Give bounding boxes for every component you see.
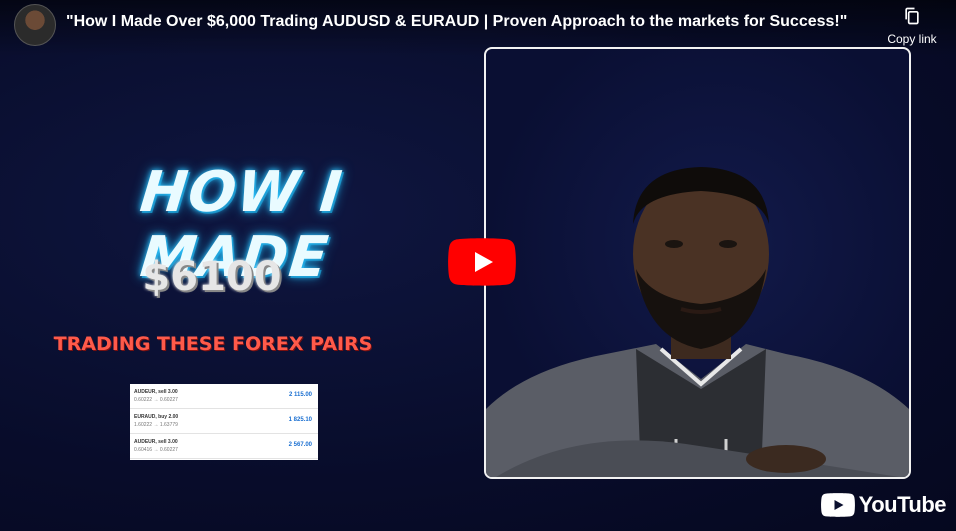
trade-row: AUDEUR, sell 3.00 0.60416 → 0.60227 2 56… <box>130 434 318 459</box>
presenter-photo-frame <box>484 47 911 479</box>
trade-pair: AUDEUR, sell 3.00 <box>134 389 178 395</box>
presenter-photo <box>486 167 909 477</box>
video-player[interactable]: "How I Made Over $6,000 Trading AUDUSD &… <box>0 0 956 531</box>
trade-detail: 0.60222 → 0.60227 <box>134 397 178 403</box>
thumbnail-subheadline: TRADING THESE FOREX PAIRS <box>53 333 373 355</box>
copy-link-button[interactable]: Copy link <box>882 6 942 46</box>
trade-profit: 2 115.00 <box>288 392 312 398</box>
copy-icon <box>905 7 919 25</box>
channel-avatar[interactable] <box>14 4 56 46</box>
play-button[interactable] <box>448 238 516 286</box>
video-title[interactable]: "How I Made Over $6,000 Trading AUDUSD &… <box>66 13 876 31</box>
thumbnail-amount: $6100 <box>142 254 282 300</box>
trade-profit: 1 825.10 <box>288 417 312 423</box>
trade-pair: AUDEUR, sell 3.00 <box>134 439 178 445</box>
youtube-wordmark: YouTube <box>858 492 947 517</box>
trade-profit: 2 567.00 <box>288 442 312 448</box>
copy-link-label: Copy link <box>887 32 937 46</box>
trade-detail: 0.60416 → 0.60227 <box>134 447 178 453</box>
trade-detail: 1.60222 → 1.63779 <box>134 422 178 428</box>
play-icon <box>448 238 516 286</box>
trade-row: EURAUD, buy 2.00 1.60222 → 1.63779 1 825… <box>130 409 318 434</box>
trade-row: AUDEUR, sell 3.00 0.60222 → 0.60227 2 11… <box>130 384 318 409</box>
youtube-logo-icon <box>820 493 855 517</box>
trade-history-panel: AUDEUR, sell 3.00 0.60222 → 0.60227 2 11… <box>130 384 318 460</box>
youtube-logo[interactable]: YouTube <box>820 491 947 519</box>
trade-pair: EURAUD, buy 2.00 <box>134 414 179 420</box>
